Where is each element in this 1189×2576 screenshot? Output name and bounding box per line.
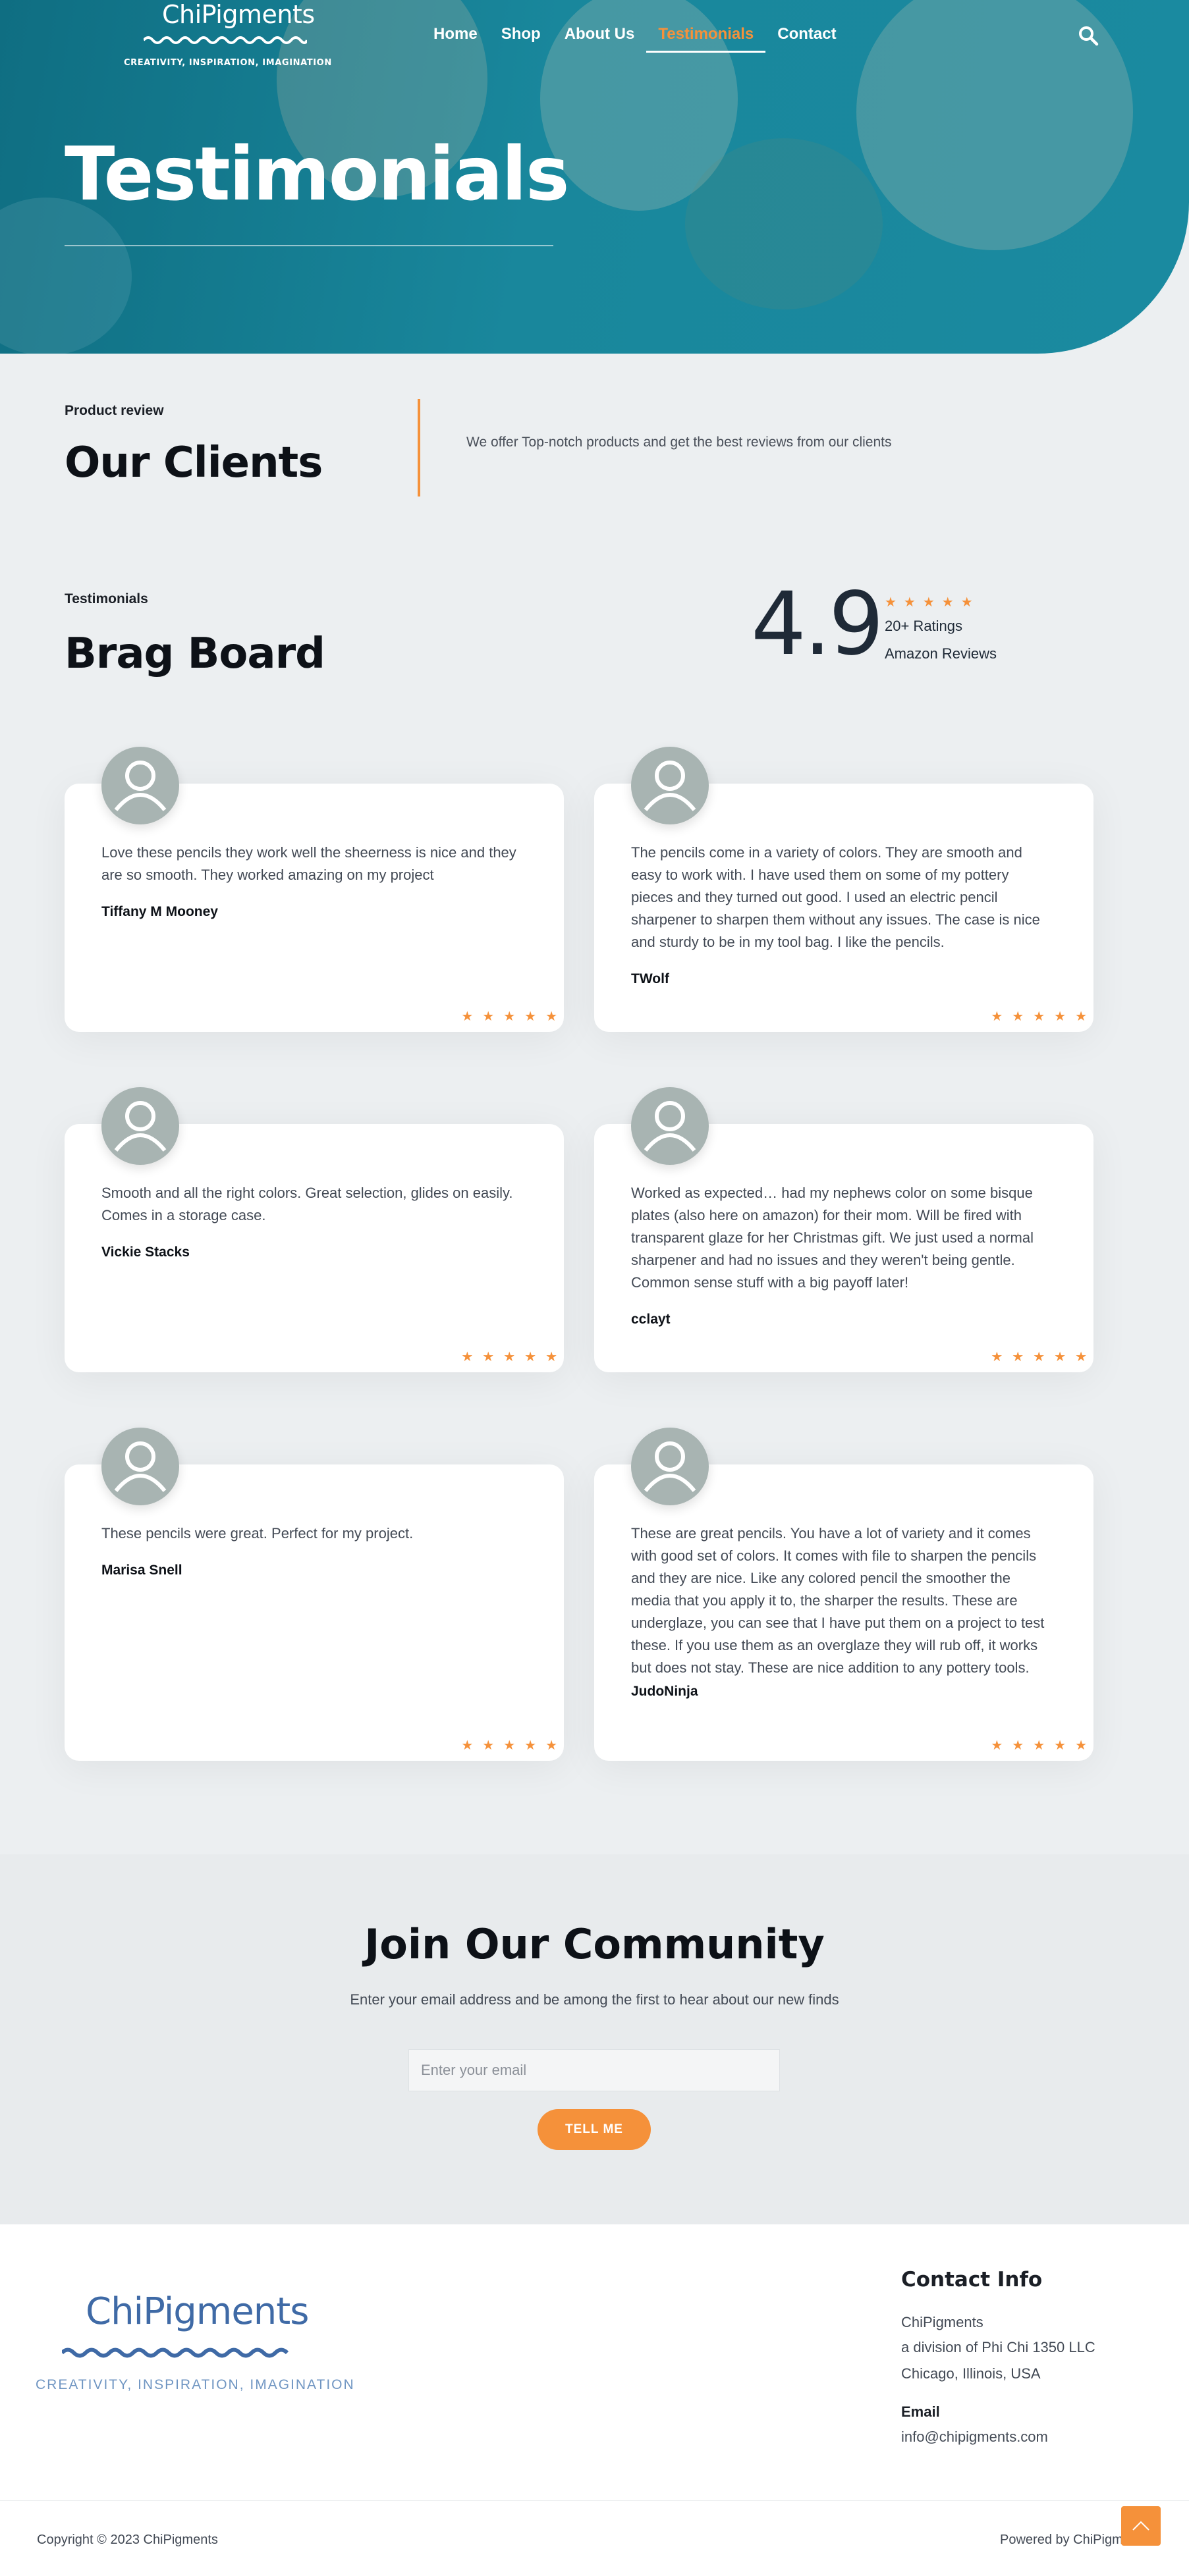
title-underline [65,245,553,246]
review-stars: ★★★★★ [461,1349,567,1364]
clients-kicker: Product review [65,403,164,418]
reviewer-name: TWolf [631,971,669,986]
footer-logo[interactable]: ChiPigments CREATIVITY, INSPIRATION, IMA… [36,2290,354,2396]
ratings-source: Amazon Reviews [885,645,997,662]
review-stars: ★★★★★ [991,1349,1096,1364]
user-icon [114,1101,167,1152]
contact-division: a division of Phi Chi 1350 LLC [901,2339,1095,2355]
avatar [631,1087,709,1165]
logo-wave-icon [62,2348,289,2358]
footer-logo-tagline: CREATIVITY, INSPIRATION, IMAGINATION [36,2377,355,2392]
email-field[interactable] [408,2049,780,2091]
hero-photo-shape [685,138,883,309]
rating-score: 4.9 [751,574,884,675]
footer-divider [0,2500,1189,2501]
user-icon [644,1101,696,1152]
footer-logo-text: ChiPigments [86,2290,309,2333]
review-card: Worked as expected… had my nephews color… [594,1087,1096,1372]
footer: ChiPigments CREATIVITY, INSPIRATION, IMA… [0,2224,1189,2576]
user-icon [644,1441,696,1492]
contact-title: Contact Info [901,2268,1043,2292]
review-card: The pencils come in a variety of colors.… [594,747,1096,1032]
reviewer-name: Vickie Stacks [101,1245,190,1260]
brag-kicker: Testimonials [65,591,148,606]
community-subtitle: Enter your email address and be among th… [350,1991,839,2008]
user-icon [114,761,167,811]
review-stars: ★★★★★ [991,1008,1096,1024]
user-icon [114,1441,167,1492]
review-body: Worked as expected… had my nephews color… [631,1182,1053,1331]
community-title: Join Our Community [364,1920,825,1968]
page-title: Testimonials [65,132,569,217]
review-text: These pencils were great. Perfect for my… [101,1525,414,1542]
nav-home[interactable]: Home [422,25,489,53]
review-card: These pencils were great. Perfect for my… [65,1428,567,1761]
reviewer-name: JudoNinja [631,1684,698,1699]
review-stars: ★★★★★ [461,1008,567,1024]
chevron-up-icon [1132,2521,1149,2531]
review-body: These are great pencils. You have a lot … [631,1522,1053,1703]
review-card: These are great pencils. You have a lot … [594,1428,1096,1761]
reviewer-name: Tiffany M Mooney [101,904,218,919]
review-body: These pencils were great. Perfect for my… [101,1522,523,1582]
user-icon [644,761,696,811]
review-body: The pencils come in a variety of colors.… [631,842,1053,990]
contact-company: ChiPigments [901,2314,983,2330]
avatar [631,747,709,824]
logo-text: ChiPigments [162,0,315,29]
review-text: Smooth and all the right colors. Great s… [101,1185,513,1223]
review-stars: ★★★★★ [991,1737,1096,1753]
site-logo[interactable]: ChiPigments CREATIVITY, INSPIRATION, IMA… [124,0,335,72]
community-section: Join Our Community Enter your email addr… [0,1854,1189,2224]
hero-banner: ChiPigments CREATIVITY, INSPIRATION, IMA… [0,0,1189,354]
contact-city: Chicago, Illinois, USA [901,2365,1041,2382]
review-text: These are great pencils. You have a lot … [631,1525,1045,1676]
search-icon[interactable] [1078,25,1099,46]
reviewer-name: Marisa Snell [101,1563,182,1578]
nav-about-us[interactable]: About Us [553,25,647,53]
clients-description: We offer Top-notch products and get the … [466,435,892,450]
avatar [101,747,179,824]
review-text: The pencils come in a variety of colors.… [631,844,1040,950]
main-nav: Home Shop About Us Testimonials Contact [422,25,848,53]
hero-photo-shape [0,198,132,354]
review-body: Love these pencils they work well the sh… [101,842,523,923]
copyright: Copyright © 2023 ChiPigments [37,2533,218,2547]
ratings-count: 20+ Ratings [885,618,963,634]
avatar [631,1428,709,1505]
scroll-to-top-button[interactable] [1121,2506,1161,2546]
brag-title: Brag Board [65,630,325,678]
review-text: Love these pencils they work well the sh… [101,844,516,883]
nav-shop[interactable]: Shop [489,25,553,53]
avatar [101,1428,179,1505]
clients-title: Our Clients [65,439,323,487]
reviewer-name: cclayt [631,1312,671,1327]
review-body: Smooth and all the right colors. Great s… [101,1182,523,1264]
contact-email-label: Email [901,2403,940,2420]
logo-wave-icon [144,36,307,44]
review-text: Worked as expected… had my nephews color… [631,1185,1034,1291]
rating-stars: ★★★★★ [885,594,980,610]
tell-me-button[interactable]: TELL ME [538,2109,651,2150]
review-card: Smooth and all the right colors. Great s… [65,1087,567,1372]
review-stars: ★★★★★ [461,1737,567,1753]
avatar [101,1087,179,1165]
clients-divider [418,399,420,496]
nav-testimonials[interactable]: Testimonials [646,25,766,53]
nav-contact[interactable]: Contact [765,25,848,53]
review-card: Love these pencils they work well the sh… [65,747,567,1032]
logo-tagline: CREATIVITY, INSPIRATION, IMAGINATION [124,58,332,68]
contact-email-link[interactable]: info@chipigments.com [901,2428,1048,2446]
